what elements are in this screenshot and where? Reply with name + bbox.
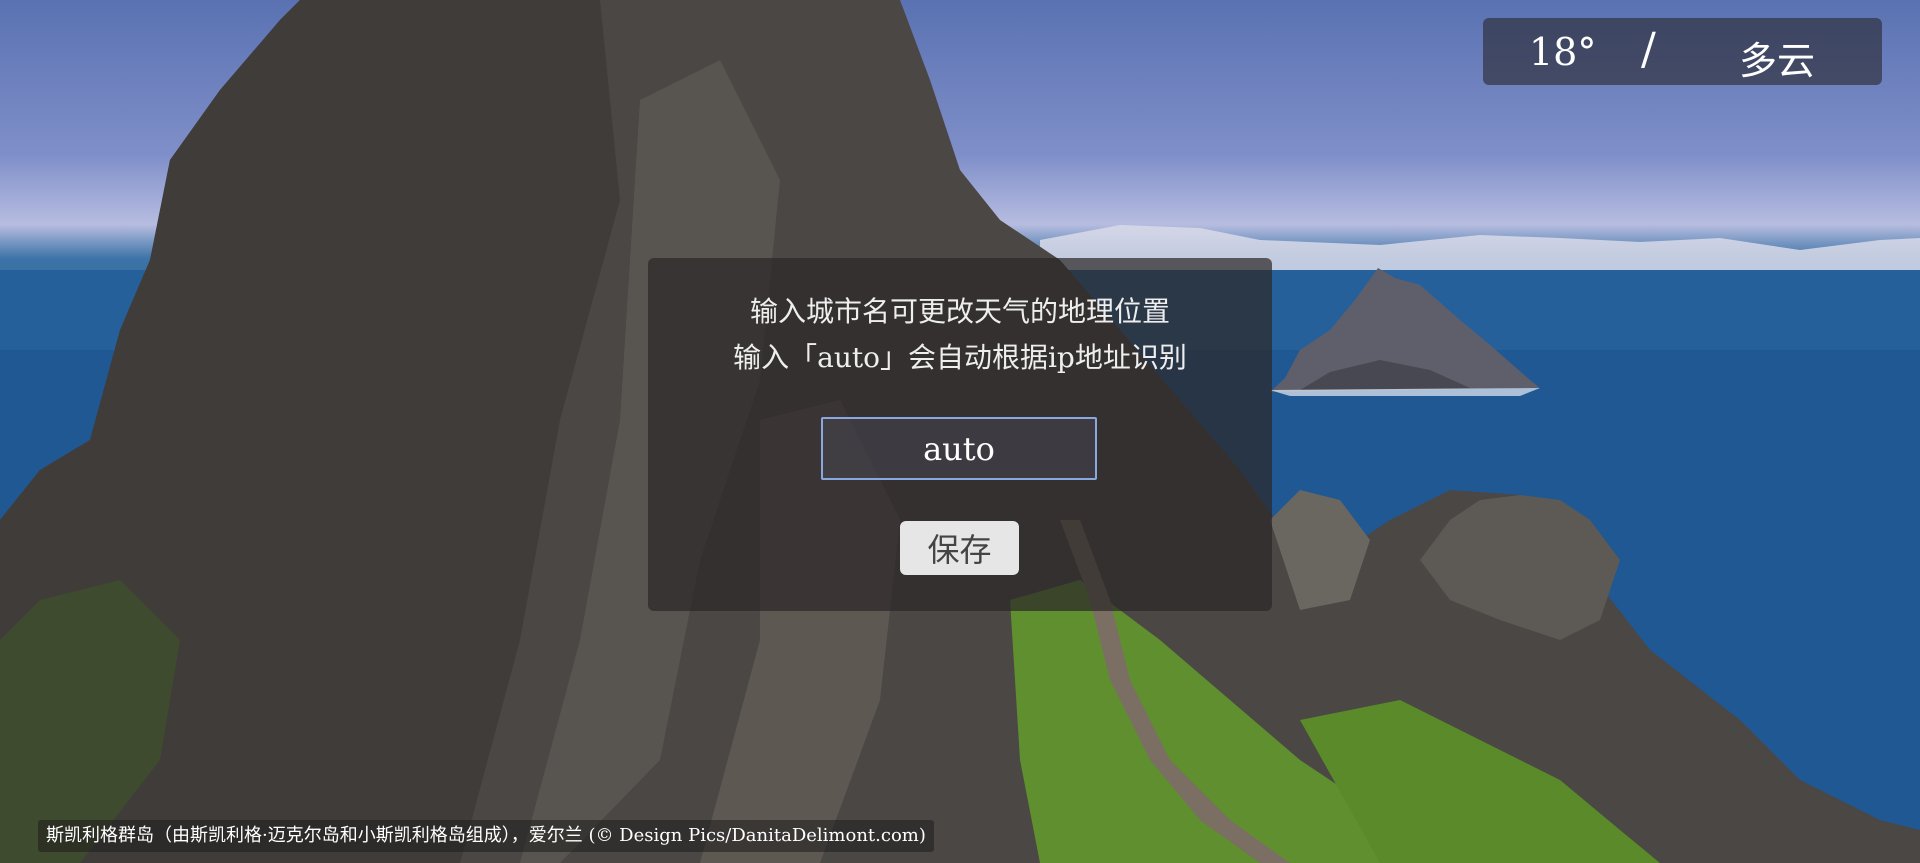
- hint-text-line2: 输入「auto」会自动根据ip地址识别: [733, 341, 1187, 374]
- photo-caption: 斯凯利格群岛（由斯凯利格·迈克尔岛和小斯凯利格岛组成），爱尔兰 (© Desig…: [38, 820, 934, 852]
- city-input[interactable]: [821, 417, 1097, 480]
- save-button[interactable]: 保存: [900, 521, 1019, 575]
- location-settings-dialog: 输入城市名可更改天气的地理位置 输入「auto」会自动根据ip地址识别 保存: [648, 258, 1272, 611]
- weather-condition-label: 多云: [1739, 39, 1816, 83]
- weather-separator: /: [1641, 24, 1656, 75]
- temperature-label: 18°: [1529, 30, 1597, 74]
- weather-widget: 18° / 多云: [1483, 18, 1882, 85]
- hint-text-line1: 输入城市名可更改天气的地理位置: [749, 295, 1170, 328]
